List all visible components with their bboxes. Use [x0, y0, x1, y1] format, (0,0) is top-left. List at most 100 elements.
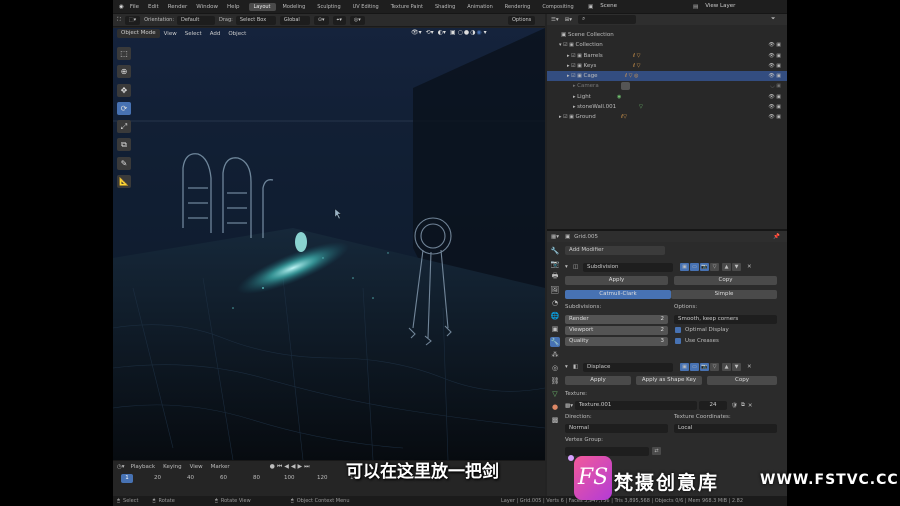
shading-options-icon[interactable]: ▾ — [484, 29, 487, 36]
menu-file[interactable]: File — [130, 4, 139, 10]
cursor-icon[interactable]: ⊕ — [117, 65, 131, 78]
outliner-row-ground[interactable]: ▸ ☑ ▣ Ground ℓ▽ 👁 ▣ — [547, 112, 787, 122]
annotate-icon[interactable]: ✎ — [117, 157, 131, 170]
texture-users[interactable]: 24 — [698, 401, 727, 410]
copy-button[interactable]: Copy — [674, 276, 777, 285]
tab-uv-editing[interactable]: UV Editing — [348, 3, 384, 11]
move-icon[interactable]: ✥ — [117, 84, 131, 97]
playback-controls-icon[interactable]: ●⏮◀◀▶⏭ — [270, 463, 312, 471]
options-dropdown[interactable]: Options — [508, 16, 536, 25]
viewport-display-icon[interactable]: ▭ — [690, 263, 699, 271]
tab-rendering[interactable]: Rendering — [500, 3, 536, 11]
tab-shading[interactable]: Shading — [430, 3, 460, 11]
outliner-row-scene-collection[interactable]: ▣ Scene Collection — [547, 30, 787, 40]
render-levels-field[interactable]: Render 2 — [565, 315, 668, 324]
blender-logo-icon[interactable]: ◉ — [119, 4, 124, 10]
mode-dropdown[interactable]: Object Mode — [117, 29, 160, 38]
outliner-row-stonewall[interactable]: ▸ stoneWall.001 ▽ 👁 ▣ — [547, 102, 787, 112]
direction-dropdown[interactable]: Normal — [565, 424, 668, 433]
tab-compositing[interactable]: Compositing — [537, 3, 578, 11]
pin-icon[interactable]: 📌 — [773, 234, 780, 240]
cage-icon[interactable]: ▽ — [710, 263, 719, 271]
outliner-row-keys[interactable]: ▸ ☑ ▣ Keys ℓ ▽ 👁 ▣ — [547, 61, 787, 71]
texture-icon[interactable]: ▩▾ — [565, 403, 573, 409]
3d-viewport[interactable]: Object Mode View Select Add Object 👁▾ ⟲▾… — [113, 28, 545, 460]
display-mode-icon[interactable]: ⊞▾ — [565, 17, 572, 23]
edit-mode-icon[interactable]: ▣ — [680, 363, 689, 371]
viewport-display-icon[interactable]: ▭ — [690, 363, 699, 371]
scene-tab-icon[interactable]: ◔ — [550, 298, 560, 308]
menu-edit[interactable]: Edit — [148, 4, 159, 10]
visibility-icon[interactable]: 👁 ▣ — [768, 51, 781, 61]
remove-icon[interactable]: ✕ — [747, 364, 752, 370]
scene-selector[interactable]: ▣ Scene — [588, 2, 657, 11]
current-frame[interactable]: 1 — [121, 474, 133, 483]
menu-playback[interactable]: Playback — [131, 464, 156, 470]
select-box-icon[interactable]: ⬚ — [117, 47, 131, 60]
copy-button[interactable]: Copy — [707, 376, 777, 385]
move-down-icon[interactable]: ▼ — [732, 363, 741, 371]
object-tab-icon[interactable]: ▣ — [550, 324, 560, 334]
physics-tab-icon[interactable]: ◎ — [550, 363, 560, 373]
clock-icon[interactable]: ◷▾ — [117, 464, 125, 470]
uv-smooth-dropdown[interactable]: Smooth, keep corners — [674, 315, 777, 324]
proportional-icon[interactable]: ◎▾ — [349, 15, 365, 25]
add-modifier-button[interactable]: Add Modifier — [565, 246, 665, 255]
shading-solid-icon[interactable]: ● — [464, 29, 469, 36]
apply-as-shape-key-button[interactable]: Apply as Shape Key — [636, 376, 702, 385]
shading-rendered-icon[interactable]: ◉ — [476, 29, 481, 36]
collapse-icon[interactable]: ▾ — [565, 264, 573, 270]
outliner-row-barrels[interactable]: ▸ ☑ ▣ Barrels ℓ ▽ 👁 ▣ — [547, 51, 787, 61]
menu-add[interactable]: Add — [210, 31, 221, 37]
fake-user-icon[interactable]: 🛡 — [731, 403, 738, 409]
view-layer-tab-icon[interactable]: 🖼 — [550, 285, 560, 295]
catmull-clark-button[interactable]: Catmull-Clark — [565, 290, 671, 299]
tab-modeling[interactable]: Modeling — [278, 3, 311, 11]
tab-sculpting[interactable]: Sculpting — [312, 3, 345, 11]
visibility-icon[interactable]: ◡ ▣ — [770, 81, 781, 91]
view-object-types-icon[interactable]: 👁▾ — [411, 29, 422, 36]
transform-icon[interactable]: ⧉ — [117, 138, 131, 151]
transform-orientation-dropdown[interactable]: Global — [279, 15, 310, 25]
pivot-icon[interactable]: ⊙▾ — [313, 15, 329, 25]
apply-button[interactable]: Apply — [565, 376, 631, 385]
menu-select[interactable]: Select — [185, 31, 202, 37]
texture-tab-icon[interactable]: ▩ — [550, 415, 560, 425]
menu-view[interactable]: View — [164, 31, 177, 37]
overlays-icon[interactable]: ◐▾ — [438, 29, 446, 36]
move-down-icon[interactable]: ▼ — [732, 263, 741, 271]
outliner-search-input[interactable]: ⌕ — [578, 15, 637, 24]
visibility-icon[interactable]: 👁 ▣ — [768, 61, 781, 71]
editor-type-icon[interactable]: ⛶ — [117, 17, 121, 24]
texture-coords-dropdown[interactable]: Local — [674, 424, 777, 433]
tab-animation[interactable]: Animation — [462, 3, 498, 11]
outliner-row-camera[interactable]: ▸ Camera ◡ ▣ — [547, 81, 787, 91]
data-tab-icon[interactable]: ▽ — [550, 389, 560, 399]
viewport-levels-field[interactable]: Viewport 2 — [565, 326, 668, 335]
displace-name-field[interactable]: Displace — [583, 362, 673, 372]
world-tab-icon[interactable]: 🌐 — [550, 311, 560, 321]
tool-icon-select[interactable]: ⬚▾ — [124, 15, 141, 25]
subdivision-name-field[interactable]: Subdivision — [583, 262, 673, 272]
unlink-icon[interactable]: ✕ — [748, 403, 753, 409]
tab-layout[interactable]: Layout — [248, 2, 276, 11]
optimal-display-checkbox[interactable]: Optimal Display — [675, 327, 729, 333]
visibility-icon[interactable]: 👁 ▣ — [768, 102, 781, 112]
render-tab-icon[interactable]: 📷 — [550, 259, 560, 269]
gizmo-icon[interactable]: ⟲▾ — [426, 29, 434, 36]
output-tab-icon[interactable]: 🖶 — [550, 272, 560, 282]
constraints-tab-icon[interactable]: ⛓ — [550, 376, 560, 386]
view-layer-selector[interactable]: ▤ View Layer — [693, 2, 762, 11]
material-tab-icon[interactable]: ● — [550, 402, 560, 412]
modifier-tab-icon[interactable]: 🔧 — [550, 337, 560, 347]
menu-view[interactable]: View — [190, 464, 203, 470]
render-icon[interactable]: 📷 — [700, 363, 709, 371]
xray-icon[interactable]: ▣ — [450, 29, 456, 36]
scale-icon[interactable]: ⤢ — [117, 120, 131, 133]
move-up-icon[interactable]: ▲ — [722, 263, 731, 271]
menu-window[interactable]: Window — [196, 4, 218, 10]
menu-render[interactable]: Render — [168, 4, 188, 10]
tool-tab-icon[interactable]: 🔧 — [550, 246, 560, 256]
visibility-icon[interactable]: 👁 ▣ — [768, 92, 781, 102]
particles-tab-icon[interactable]: ⁂ — [550, 350, 560, 360]
